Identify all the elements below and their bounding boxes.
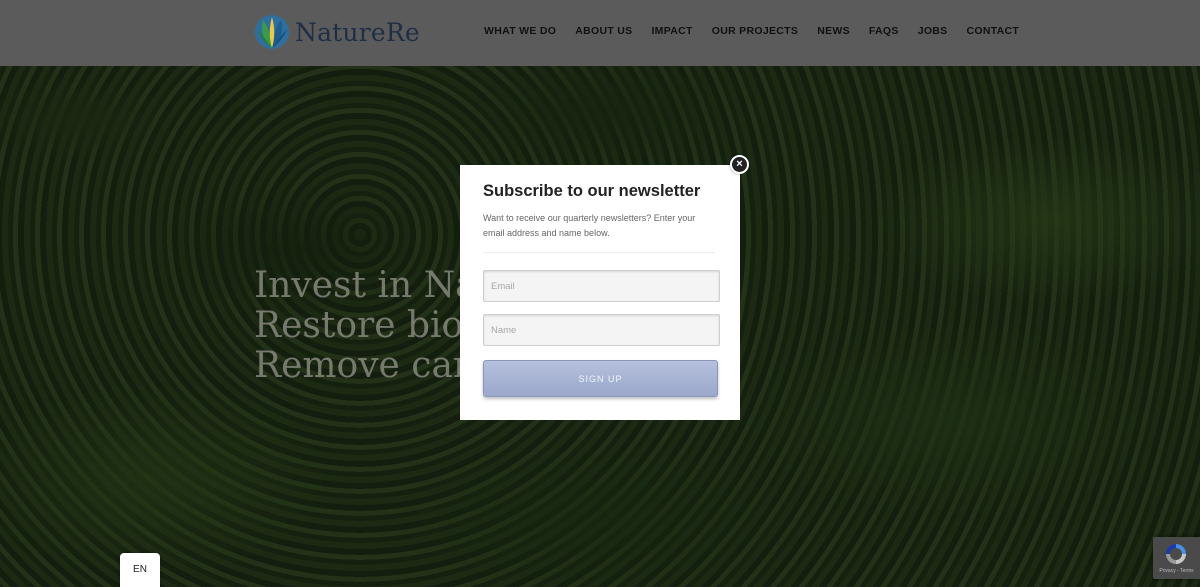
- nav-item-jobs[interactable]: JOBS: [918, 25, 948, 37]
- hero-line-3: Remove carl: [254, 345, 482, 386]
- main-nav: WHAT WE DO ABOUT US IMPACT OUR PROJECTS …: [484, 25, 1038, 37]
- nav-item-news[interactable]: NEWS: [817, 25, 850, 37]
- hero-headline: Invest in Nat Restore bioc Remove carl: [254, 266, 491, 386]
- leaf-logo-icon: [255, 15, 289, 49]
- nav-item-our-projects[interactable]: OUR PROJECTS: [712, 25, 798, 37]
- nav-item-faqs[interactable]: FAQS: [869, 25, 899, 37]
- hero-line-2: Restore bioc: [254, 305, 484, 346]
- modal-description: Want to receive our quarterly newsletter…: [483, 213, 696, 238]
- nav-item-about-us[interactable]: ABOUT US: [575, 25, 632, 37]
- hero-line-1: Invest in Nat: [254, 265, 492, 306]
- newsletter-modal: Subscribe to our newsletter Want to rece…: [460, 165, 740, 420]
- nav-item-what-we-do[interactable]: WHAT WE DO: [484, 25, 556, 37]
- close-modal-button[interactable]: ×: [730, 155, 749, 174]
- modal-title: Subscribe to our newsletter: [483, 182, 701, 200]
- modal-divider: [483, 252, 715, 253]
- brand-name: NatureRe: [295, 17, 420, 47]
- close-icon: ×: [736, 158, 743, 170]
- recaptcha-badge[interactable]: Privacy - Terms: [1153, 537, 1200, 579]
- language-switcher[interactable]: EN: [120, 553, 160, 587]
- sign-up-button[interactable]: SIGN UP: [483, 360, 718, 397]
- nav-item-impact[interactable]: IMPACT: [651, 25, 692, 37]
- recaptcha-icon: [1166, 544, 1186, 564]
- nav-item-contact[interactable]: CONTACT: [966, 25, 1019, 37]
- name-field[interactable]: [483, 314, 720, 346]
- site-header: NatureRe WHAT WE DO ABOUT US IMPACT OUR …: [0, 0, 1200, 66]
- brand-logo[interactable]: NatureRe: [254, 14, 420, 50]
- email-field[interactable]: [483, 270, 720, 302]
- recaptcha-terms: Privacy - Terms: [1159, 568, 1194, 574]
